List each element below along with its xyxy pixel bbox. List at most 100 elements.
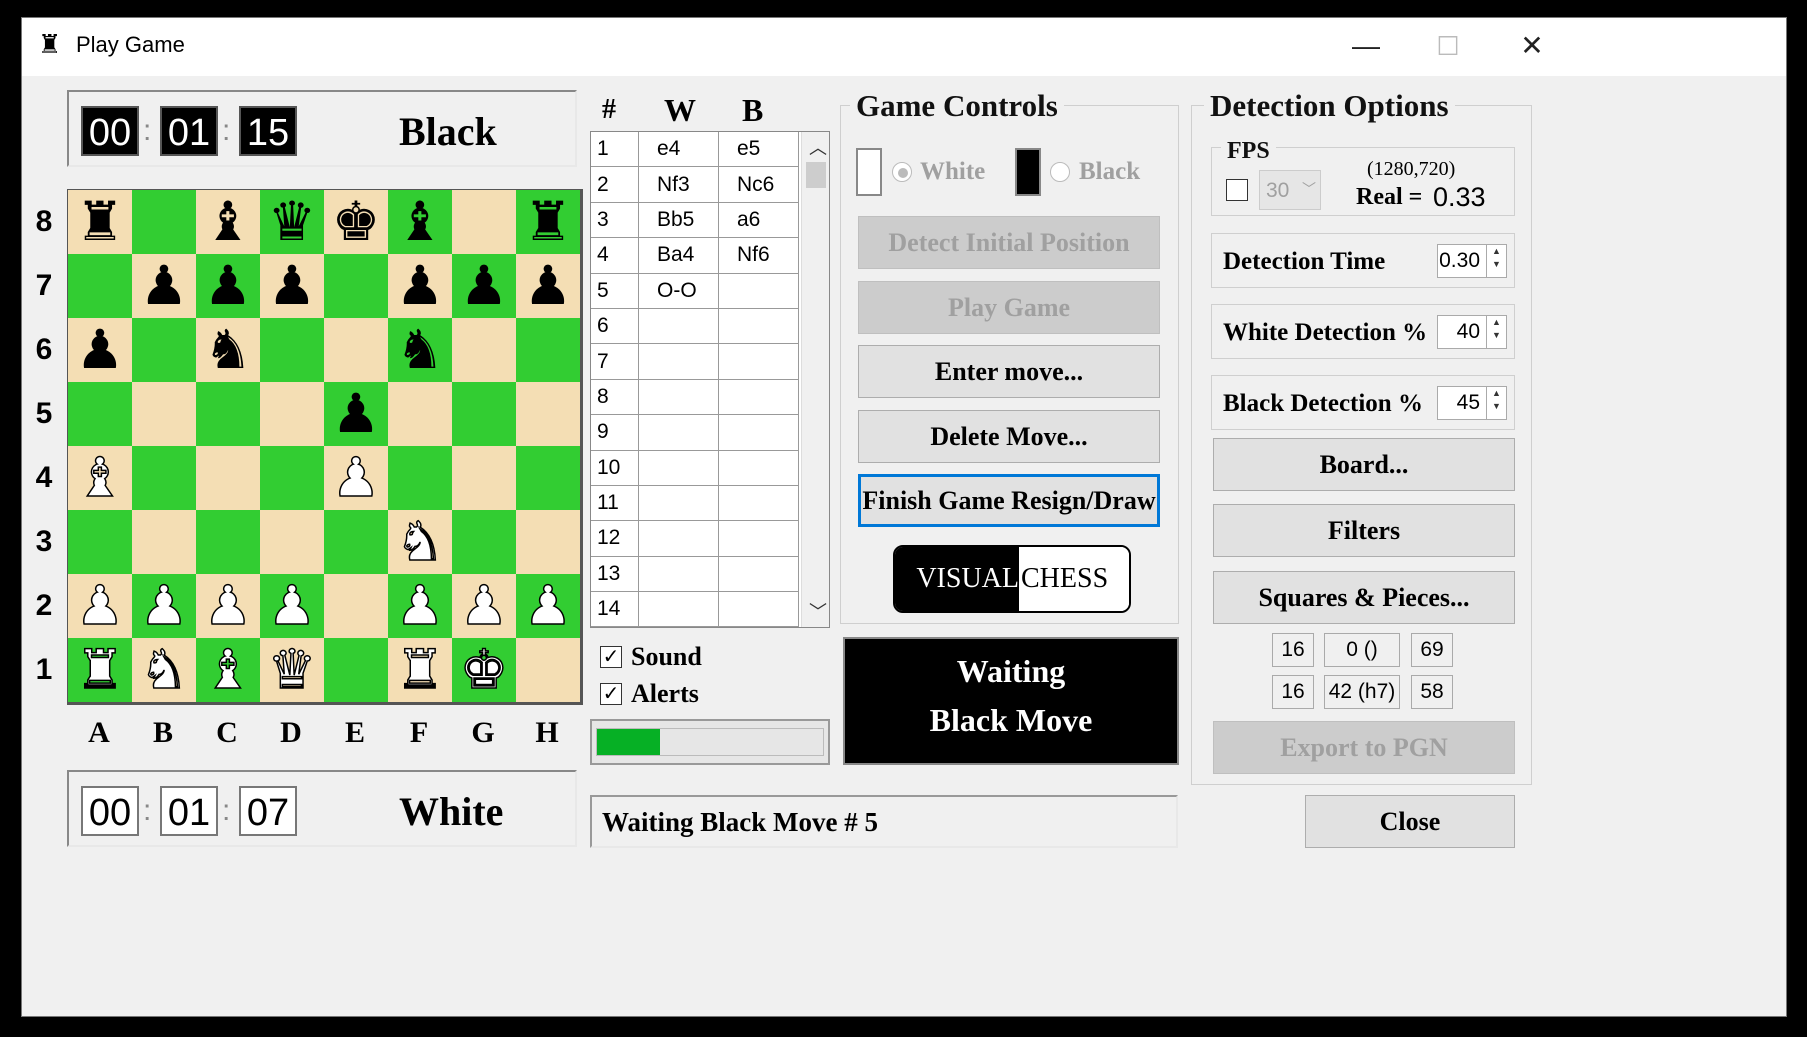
square-b3[interactable] bbox=[132, 510, 196, 574]
square-d5[interactable] bbox=[260, 382, 324, 446]
square-g8[interactable] bbox=[452, 190, 516, 254]
filters-button[interactable]: Filters bbox=[1213, 504, 1515, 557]
square-c4[interactable] bbox=[196, 446, 260, 510]
square-f4[interactable] bbox=[388, 446, 452, 510]
detection-time-input[interactable]: 0.30 ▲ ▼ bbox=[1437, 244, 1507, 278]
square-d3[interactable] bbox=[260, 510, 324, 574]
square-f6[interactable]: ♞ bbox=[388, 318, 452, 382]
white-detection-input[interactable]: 40 ▲ ▼ bbox=[1437, 315, 1507, 349]
move-list-scrollbar[interactable]: ︿ ﹀ bbox=[801, 132, 829, 627]
square-c7[interactable]: ♟ bbox=[196, 254, 260, 318]
square-a1[interactable]: ♜ bbox=[68, 638, 132, 702]
square-d1[interactable]: ♛ bbox=[260, 638, 324, 702]
square-b1[interactable]: ♞ bbox=[132, 638, 196, 702]
move-row[interactable]: 3 Bb5 a6 bbox=[591, 202, 801, 239]
square-a3[interactable] bbox=[68, 510, 132, 574]
chess-board[interactable]: ♜ ♝ ♛ ♚ ♝ ♜ ♟ ♟ ♟ ♟ ♟ ♟ ♟ ♞ ♞ ♟ ♝ ♟ ♞ ♟ ♟ ♟ ♟ ♟ ♟ ♟ ♜ ♞ ♝ ♛ ♜ ♚ bbox=[67, 189, 583, 705]
square-g7[interactable]: ♟ bbox=[452, 254, 516, 318]
square-d8[interactable]: ♛ bbox=[260, 190, 324, 254]
square-e2[interactable] bbox=[324, 574, 388, 638]
square-b4[interactable] bbox=[132, 446, 196, 510]
square-c3[interactable] bbox=[196, 510, 260, 574]
delete-move-button[interactable]: Delete Move... bbox=[858, 410, 1160, 463]
export-pgn-button[interactable]: Export to PGN bbox=[1213, 721, 1515, 774]
square-f2[interactable]: ♟ bbox=[388, 574, 452, 638]
move-list[interactable]: 1 e4 e5 2 Nf3 Nc6 3 Bb5 a6 4 Ba4 Nf6 5 O-O 6 7 8 9 10 11 12 1… bbox=[590, 131, 830, 628]
square-c2[interactable]: ♟ bbox=[196, 574, 260, 638]
square-h2[interactable]: ♟ bbox=[516, 574, 580, 638]
square-a8[interactable]: ♜ bbox=[68, 190, 132, 254]
square-e8[interactable]: ♚ bbox=[324, 190, 388, 254]
square-b5[interactable] bbox=[132, 382, 196, 446]
move-row[interactable]: 6 bbox=[591, 308, 801, 345]
square-c5[interactable] bbox=[196, 382, 260, 446]
black-detection-input[interactable]: 45 ▲ ▼ bbox=[1437, 386, 1507, 420]
move-row[interactable]: 11 bbox=[591, 485, 801, 522]
square-g1[interactable]: ♚ bbox=[452, 638, 516, 702]
square-h5[interactable] bbox=[516, 382, 580, 446]
square-e3[interactable] bbox=[324, 510, 388, 574]
square-h4[interactable] bbox=[516, 446, 580, 510]
move-row[interactable]: 8 bbox=[591, 379, 801, 416]
black-radio[interactable] bbox=[1050, 162, 1070, 182]
square-g5[interactable] bbox=[452, 382, 516, 446]
square-g4[interactable] bbox=[452, 446, 516, 510]
square-g3[interactable] bbox=[452, 510, 516, 574]
move-row[interactable]: 1 e4 e5 bbox=[591, 132, 801, 168]
square-a7[interactable] bbox=[68, 254, 132, 318]
spinner-arrows-icon[interactable]: ▲ ▼ bbox=[1486, 245, 1506, 277]
square-b2[interactable]: ♟ bbox=[132, 574, 196, 638]
square-f3[interactable]: ♞ bbox=[388, 510, 452, 574]
square-b8[interactable] bbox=[132, 190, 196, 254]
play-game-button[interactable]: Play Game bbox=[858, 281, 1160, 334]
square-d4[interactable] bbox=[260, 446, 324, 510]
move-row[interactable]: 13 bbox=[591, 556, 801, 593]
move-row[interactable]: 12 bbox=[591, 521, 801, 557]
square-f1[interactable]: ♜ bbox=[388, 638, 452, 702]
square-d6[interactable] bbox=[260, 318, 324, 382]
square-e7[interactable] bbox=[324, 254, 388, 318]
square-g2[interactable]: ♟ bbox=[452, 574, 516, 638]
square-f8[interactable]: ♝ bbox=[388, 190, 452, 254]
move-row[interactable]: 9 bbox=[591, 415, 801, 451]
square-e4[interactable]: ♟ bbox=[324, 446, 388, 510]
square-d7[interactable]: ♟ bbox=[260, 254, 324, 318]
sound-checkbox[interactable]: ✓ bbox=[600, 646, 622, 668]
square-g6[interactable] bbox=[452, 318, 516, 382]
square-c1[interactable]: ♝ bbox=[196, 638, 260, 702]
square-h1[interactable] bbox=[516, 638, 580, 702]
square-e1[interactable] bbox=[324, 638, 388, 702]
board-button[interactable]: Board... bbox=[1213, 438, 1515, 491]
square-a4[interactable]: ♝ bbox=[68, 446, 132, 510]
square-d2[interactable]: ♟ bbox=[260, 574, 324, 638]
square-a5[interactable] bbox=[68, 382, 132, 446]
square-c6[interactable]: ♞ bbox=[196, 318, 260, 382]
square-c8[interactable]: ♝ bbox=[196, 190, 260, 254]
square-f7[interactable]: ♟ bbox=[388, 254, 452, 318]
scroll-up-arrow-icon[interactable]: ︿ bbox=[809, 134, 827, 160]
white-radio[interactable] bbox=[892, 162, 912, 182]
alerts-checkbox[interactable]: ✓ bbox=[600, 683, 622, 705]
square-h6[interactable] bbox=[516, 318, 580, 382]
move-row[interactable]: 10 bbox=[591, 450, 801, 486]
square-a2[interactable]: ♟ bbox=[68, 574, 132, 638]
square-e5[interactable]: ♟ bbox=[324, 382, 388, 446]
move-row[interactable]: 2 Nf3 Nc6 bbox=[591, 167, 801, 203]
fps-dropdown[interactable]: 30 ﹀ bbox=[1259, 170, 1321, 210]
move-row[interactable]: 4 Ba4 Nf6 bbox=[591, 238, 801, 274]
spinner-arrows-icon[interactable]: ▲ ▼ bbox=[1486, 316, 1506, 348]
scroll-thumb[interactable] bbox=[806, 162, 826, 188]
maximize-button[interactable]: ☐ bbox=[1428, 28, 1468, 64]
move-row[interactable]: 7 bbox=[591, 344, 801, 380]
move-row[interactable]: 5 O-O bbox=[591, 273, 801, 309]
square-h8[interactable]: ♜ bbox=[516, 190, 580, 254]
fps-checkbox[interactable] bbox=[1226, 179, 1248, 201]
spinner-arrows-icon[interactable]: ▲ ▼ bbox=[1486, 387, 1506, 419]
square-b7[interactable]: ♟ bbox=[132, 254, 196, 318]
close-window-button[interactable]: ✕ bbox=[1512, 28, 1552, 64]
square-f5[interactable] bbox=[388, 382, 452, 446]
finish-game-button[interactable]: Finish Game Resign/Draw bbox=[858, 474, 1160, 527]
close-button[interactable]: Close bbox=[1305, 795, 1515, 848]
square-e6[interactable] bbox=[324, 318, 388, 382]
minimize-button[interactable]: — bbox=[1346, 28, 1386, 64]
